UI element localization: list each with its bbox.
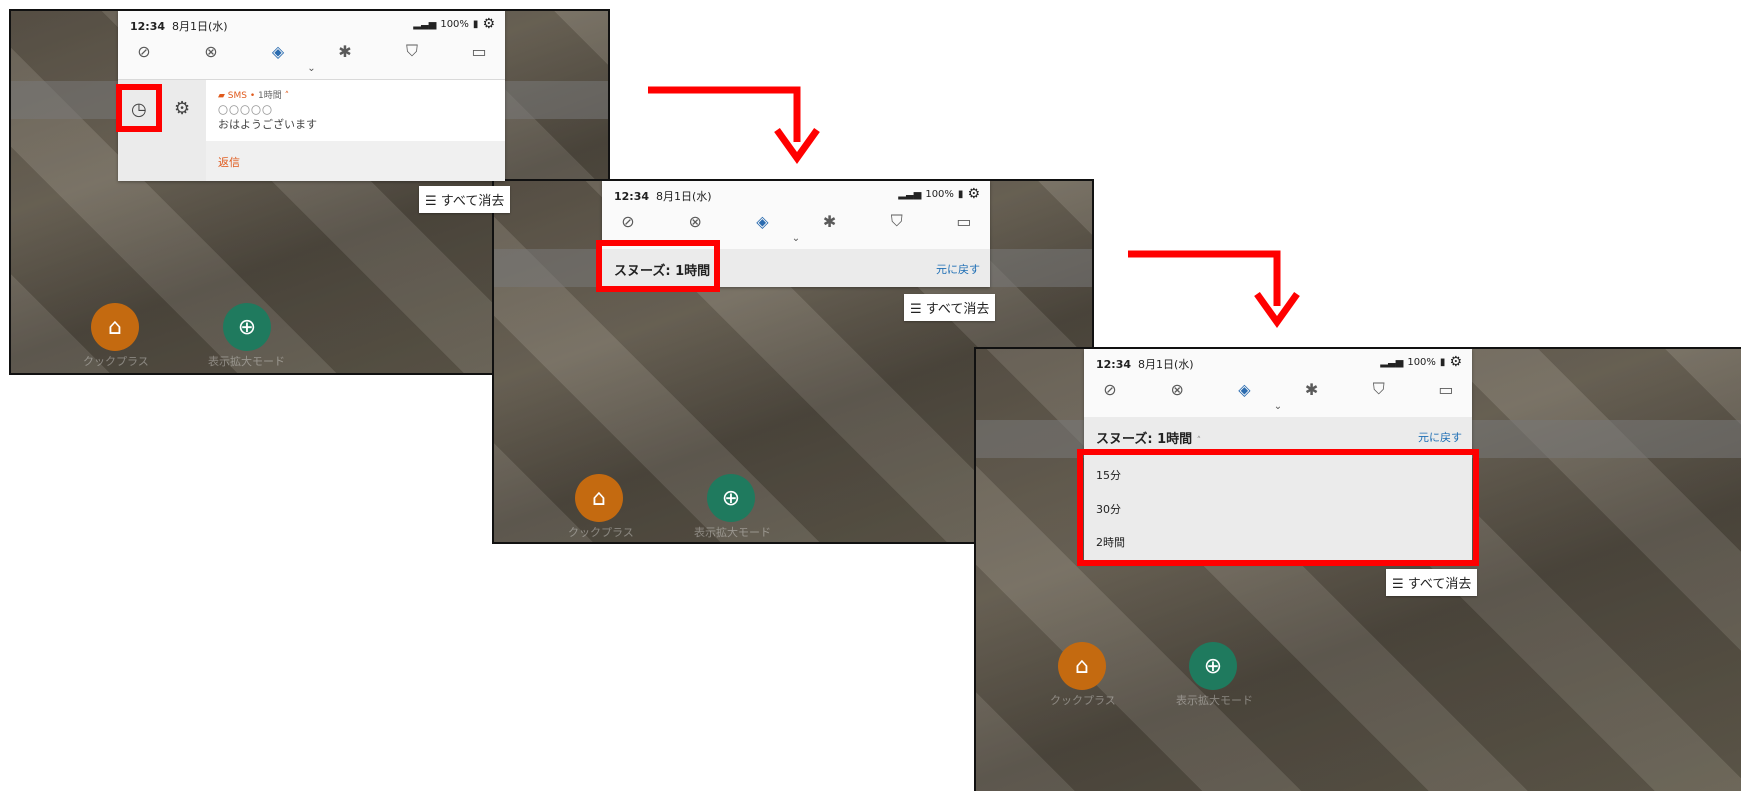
- clear-all-button[interactable]: ☰ すべて消去: [1386, 569, 1478, 596]
- clear-all-button[interactable]: ☰ すべて消去: [904, 294, 996, 321]
- clear-all-icon: ☰: [1392, 577, 1404, 592]
- expand-chevron-icon[interactable]: ⌄: [792, 233, 800, 244]
- battery-level: 100%: [440, 18, 469, 30]
- status-bar: 12:34 8月1日(水) ▂▃▅ 100% ▮ ⚙: [130, 16, 495, 34]
- undo-button[interactable]: 元に戻す: [936, 261, 980, 277]
- battery-level: 100%: [1407, 356, 1436, 368]
- sms-notification[interactable]: ▰ SMS • 1時間 ˄ 〇〇〇〇〇 おはようございます 返信: [206, 80, 505, 181]
- bluetooth-off-icon[interactable]: ✱: [814, 212, 846, 231]
- cast-icon[interactable]: ▭: [463, 42, 495, 61]
- app-label: 表示拡大モード: [208, 355, 285, 368]
- cast-icon[interactable]: ▭: [948, 212, 980, 231]
- clear-all-label: すべて消去: [440, 194, 505, 209]
- quick-settings: ⊘ ⊗ ◈ ✱ ⛉ ▭: [1094, 377, 1462, 401]
- snooze-dropdown[interactable]: スヌーズ: 1時間 ˄: [1096, 428, 1201, 447]
- data-saver-icon[interactable]: ⊗: [679, 212, 711, 231]
- chevron-up-icon: ˄: [1196, 436, 1202, 446]
- notification-header: ▰ SMS • 1時間 ˄: [218, 91, 290, 101]
- step-arrow-2: [1128, 250, 1300, 329]
- quick-settings: ⊘ ⊗ ◈ ✱ ⛉ ▭: [128, 39, 495, 63]
- screenshot-3: 12:34 8月1日(水) ▂▃▅ 100% ▮ ⚙ ⊘ ⊗ ◈ ✱ ⛉ ▭ ⌄ スヌ…: [974, 347, 1741, 791]
- zoom-mode-app-icon[interactable]: ⊕: [223, 303, 271, 351]
- shield-icon[interactable]: ⛉: [1363, 379, 1395, 399]
- highlight-snooze-options: [1077, 449, 1479, 566]
- battery-icon: ▮: [472, 18, 479, 30]
- battery-icon: ▮: [957, 188, 964, 200]
- cookplus-app-icon[interactable]: ⌂: [91, 303, 139, 351]
- zoom-mode-app-icon[interactable]: ⊕: [707, 474, 755, 522]
- auto-rotate-icon[interactable]: ◈: [746, 212, 778, 231]
- step-arrow-1: [648, 86, 820, 165]
- wifi-off-icon[interactable]: ⊘: [612, 212, 644, 231]
- clear-all-label: すべて消去: [925, 302, 990, 317]
- zoom-mode-app-icon[interactable]: ⊕: [1189, 642, 1237, 690]
- notification-sender-blurred: 〇〇〇〇〇: [218, 106, 273, 117]
- battery-icon: ▮: [1439, 356, 1446, 368]
- clear-all-label: すべて消去: [1407, 577, 1472, 592]
- app-label: 表示拡大モード: [1176, 694, 1253, 707]
- highlight-snooze-dropdown: [596, 240, 720, 292]
- gear-icon[interactable]: ⚙: [1449, 354, 1462, 370]
- status-bar: 12:34 8月1日(水) ▂▃▅ 100% ▮ ⚙: [614, 186, 980, 204]
- wifi-off-icon[interactable]: ⊘: [1094, 380, 1126, 399]
- quick-settings: ⊘ ⊗ ◈ ✱ ⛉ ▭: [612, 209, 980, 233]
- status-time-date: 12:34 8月1日(水): [1096, 358, 1194, 371]
- undo-button[interactable]: 元に戻す: [1418, 429, 1462, 445]
- status-time-date: 12:34 8月1日(水): [614, 190, 712, 203]
- gear-icon[interactable]: ⚙: [967, 186, 980, 202]
- data-saver-icon[interactable]: ⊗: [1161, 380, 1193, 399]
- expand-chevron-icon[interactable]: ⌄: [1274, 401, 1282, 412]
- clear-all-icon: ☰: [425, 194, 437, 209]
- highlight-snooze-icon: [116, 84, 162, 132]
- data-saver-icon[interactable]: ⊗: [195, 42, 227, 61]
- signal-icon: ▂▃▅: [1380, 356, 1404, 368]
- signal-icon: ▂▃▅: [898, 188, 922, 200]
- wifi-off-icon[interactable]: ⊘: [128, 42, 160, 61]
- gear-icon[interactable]: ⚙: [174, 98, 190, 119]
- notification-action-bar: 返信: [206, 141, 505, 181]
- app-label: クックプラス: [1050, 694, 1116, 707]
- bluetooth-off-icon[interactable]: ✱: [329, 42, 361, 61]
- shield-icon[interactable]: ⛉: [881, 211, 913, 231]
- collapse-chevron-icon[interactable]: ˄: [285, 91, 290, 101]
- app-label: クックプラス: [83, 355, 149, 368]
- sms-app-icon: ▰: [218, 91, 225, 101]
- expand-chevron-icon[interactable]: ⌄: [307, 63, 315, 74]
- cast-icon[interactable]: ▭: [1430, 380, 1462, 399]
- app-label: 表示拡大モード: [694, 526, 771, 539]
- gear-icon[interactable]: ⚙: [482, 16, 495, 32]
- app-label: クックプラス: [568, 526, 634, 539]
- auto-rotate-icon[interactable]: ◈: [262, 42, 294, 61]
- notification-shade: 12:34 8月1日(水) ▂▃▅ 100% ▮ ⚙ ⊘ ⊗ ◈ ✱ ⛉ ▭ ⌄ ◷ …: [118, 11, 505, 181]
- cookplus-app-icon[interactable]: ⌂: [575, 474, 623, 522]
- clear-all-icon: ☰: [910, 302, 922, 317]
- status-time-date: 12:34 8月1日(水): [130, 20, 228, 33]
- auto-rotate-icon[interactable]: ◈: [1228, 380, 1260, 399]
- status-bar: 12:34 8月1日(水) ▂▃▅ 100% ▮ ⚙: [1096, 354, 1462, 372]
- bluetooth-off-icon[interactable]: ✱: [1296, 380, 1328, 399]
- reply-button[interactable]: 返信: [218, 154, 240, 170]
- notification-message: おはようございます: [218, 118, 317, 131]
- signal-icon: ▂▃▅: [413, 18, 437, 30]
- shield-icon[interactable]: ⛉: [396, 41, 428, 61]
- clear-all-button[interactable]: ☰ すべて消去: [419, 186, 511, 213]
- cookplus-app-icon[interactable]: ⌂: [1058, 642, 1106, 690]
- battery-level: 100%: [925, 188, 954, 200]
